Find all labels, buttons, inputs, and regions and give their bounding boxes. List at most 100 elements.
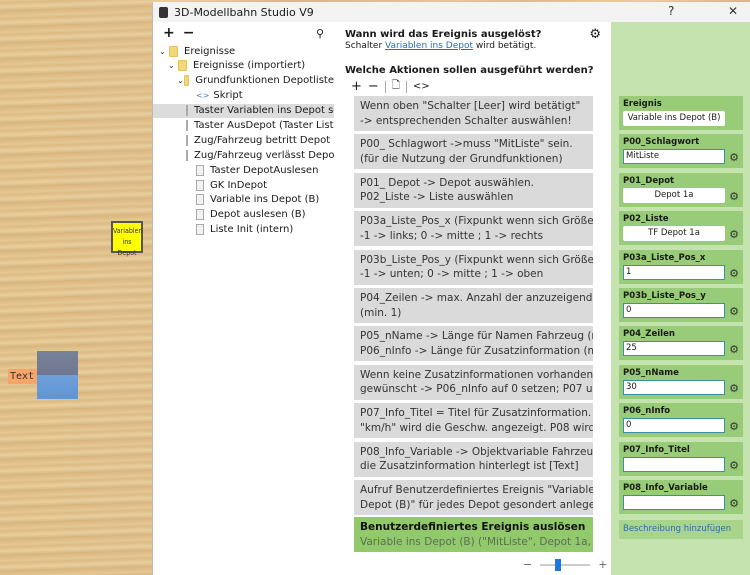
- gear-icon[interactable]: ⚙: [729, 151, 739, 164]
- param-input[interactable]: 25: [623, 341, 725, 357]
- param-input[interactable]: 1: [623, 264, 725, 280]
- tree-item[interactable]: Taster Variablen ins Depot schreiben: [153, 103, 377, 118]
- tree-item[interactable]: Taster DepotAuslesen: [153, 163, 334, 177]
- param-group: P05_nName 30 ⚙: [619, 364, 743, 399]
- param-label: P04_Zeilen: [623, 329, 675, 340]
- actions-panel: Wann wird das Ereignis ausgelöst? ⚙ Scha…: [334, 22, 611, 575]
- app-icon: [159, 6, 168, 18]
- text-object[interactable]: Text: [8, 369, 37, 384]
- trigger-text: Schalter Variablen ins Depot wird betäti…: [345, 41, 537, 51]
- help-button[interactable]: ?: [668, 4, 674, 18]
- param-label: P00_Schlagwort: [623, 137, 700, 148]
- gear-icon[interactable]: ⚙: [729, 382, 739, 395]
- file-icon: [196, 194, 204, 206]
- tree-item[interactable]: ⌄ Grundfunktionen Depotliste: [153, 74, 334, 88]
- gear-icon[interactable]: ⚙: [729, 459, 739, 472]
- param-label: P03a_Liste_Pos_x: [623, 252, 706, 263]
- action-item[interactable]: Wenn keine Zusatzinformationen vorhanden…: [354, 364, 593, 400]
- script-icon: <>: [196, 91, 210, 101]
- action-item[interactable]: P03a_Liste_Pos_x (Fixpunkt wenn sich Grö…: [354, 211, 593, 247]
- param-select-button[interactable]: Depot 1a: [623, 187, 725, 203]
- gear-icon[interactable]: ⚙: [729, 420, 739, 433]
- chevron-down-icon[interactable]: ⌄: [168, 61, 178, 70]
- param-label: P02_Liste: [623, 214, 669, 225]
- tree-item[interactable]: Liste Init (intern): [153, 223, 334, 237]
- chevron-down-icon[interactable]: ⌄: [159, 47, 169, 56]
- search-icon[interactable]: ⚲: [316, 27, 324, 40]
- tree-item[interactable]: Depot auslesen (B): [153, 208, 334, 222]
- param-group: P03b_Liste_Pos_y 0 ⚙: [619, 288, 743, 322]
- param-select-button[interactable]: TF Depot 1a: [623, 226, 725, 242]
- actions-heading: Welche Aktionen sollen ausgeführt werden…: [345, 65, 594, 76]
- action-item[interactable]: P08_Info_Variable -> Objektvariable Fahr…: [354, 441, 593, 477]
- param-input[interactable]: MitListe: [623, 149, 725, 165]
- tree-item[interactable]: GK InDepot: [153, 178, 334, 192]
- gear-icon[interactable]: ⚙: [729, 190, 739, 203]
- close-button[interactable]: ✕: [728, 4, 738, 18]
- param-select-button[interactable]: Variable ins Depot (B): [623, 111, 725, 126]
- gear-icon[interactable]: ⚙: [729, 497, 739, 510]
- gear-icon[interactable]: ⚙: [729, 343, 739, 356]
- action-trigger-custom-event[interactable]: Benutzerdefiniertes Ereignis auslösen Va…: [354, 517, 593, 552]
- tree-item[interactable]: ⌄ Ereignisse (importiert): [153, 59, 334, 73]
- file-icon: [196, 164, 204, 176]
- scene-object[interactable]: [37, 351, 78, 399]
- zoom-out[interactable]: −: [523, 558, 532, 571]
- gear-icon[interactable]: ⚙: [729, 228, 739, 241]
- file-icon: [196, 179, 204, 191]
- param-group: P03a_Liste_Pos_x 1 ⚙: [619, 249, 743, 284]
- param-input[interactable]: [623, 495, 725, 510]
- tree-item-label: Taster AusDepot (Taster Liste): [194, 119, 344, 131]
- tree-item[interactable]: Variable ins Depot (B): [153, 193, 334, 207]
- add-icon[interactable]: +: [163, 25, 175, 41]
- zoom-in[interactable]: +: [598, 558, 607, 571]
- tree-item-label: Taster DepotAuslesen: [210, 164, 319, 176]
- slider-track[interactable]: [540, 558, 591, 571]
- remove-icon[interactable]: −: [183, 25, 195, 41]
- tree-item-label: Liste Init (intern): [210, 224, 294, 236]
- gear-icon[interactable]: ⚙: [729, 267, 739, 280]
- copy-icon[interactable]: 🗋: [392, 78, 400, 95]
- action-item[interactable]: P00_ Schlagwort ->muss "MitListe" sein.(…: [354, 134, 593, 170]
- action-item[interactable]: Aufruf Benutzerdefiniertes Ereignis "Var…: [354, 480, 593, 515]
- param-input[interactable]: [623, 456, 725, 472]
- action-item[interactable]: P07_Info_Titel = Titel für Zusatzinforma…: [354, 403, 593, 439]
- tree-item[interactable]: ⌄ Ereignisse: [153, 44, 334, 58]
- switch-object-label[interactable]: Variablen ins Depot: [111, 221, 143, 257]
- param-group: P04_Zeilen 25 ⚙: [619, 326, 743, 361]
- tree-item[interactable]: <> Skript: [153, 89, 334, 103]
- tree-item-label: Variable ins Depot (B): [210, 194, 320, 206]
- tree-item[interactable]: Taster AusDepot (Taster Liste): [153, 118, 344, 132]
- slider-thumb[interactable]: [554, 558, 561, 571]
- action-item[interactable]: P05_nName -> Länge für Namen Fahrzeug (m…: [354, 326, 593, 362]
- action-item[interactable]: Wenn oben "Schalter [Leer] wird betätigt…: [354, 96, 593, 131]
- action-item[interactable]: P03b_Liste_Pos_y (Fixpunkt wenn sich Grö…: [354, 249, 593, 285]
- tree-item[interactable]: Zug/Fahrzeug verlässt Depot MitListe: [153, 148, 381, 162]
- param-label: P03b_Liste_Pos_y: [623, 291, 706, 301]
- event-window: 3D-Modellbahn Studio V9 ? ✕ + − ⚲ ⌄ Ereig…: [152, 2, 750, 575]
- file-icon: [196, 209, 204, 221]
- tree-item-label: GK InDepot: [210, 179, 268, 191]
- action-item[interactable]: P04_Zeilen -> max. Anzahl der anzuzeigen…: [354, 288, 593, 323]
- gear-icon[interactable]: ⚙: [729, 305, 739, 318]
- window-title: 3D-Modellbahn Studio V9: [174, 5, 314, 19]
- file-icon: [186, 105, 188, 117]
- remove-icon[interactable]: −: [368, 79, 379, 94]
- trigger-link[interactable]: Variablen ins Depot: [385, 41, 473, 51]
- chevron-down-icon[interactable]: ⌄: [177, 76, 184, 85]
- tree-item[interactable]: Zug/Fahrzeug betritt Depot MitListe: [153, 133, 372, 147]
- code-icon[interactable]: <>: [413, 81, 430, 92]
- gear-icon[interactable]: ⚙: [589, 27, 601, 42]
- param-group: P02_Liste TF Depot 1a ⚙: [619, 211, 743, 246]
- param-input[interactable]: 0: [623, 303, 725, 318]
- param-input[interactable]: 0: [623, 418, 725, 434]
- zoom-slider[interactable]: − +: [523, 558, 607, 571]
- folder-icon: [178, 60, 187, 72]
- param-label: P01_Depot: [623, 175, 675, 186]
- add-description-link[interactable]: Beschreibung hinzufügen: [619, 520, 743, 539]
- add-icon[interactable]: +: [351, 79, 362, 94]
- param-input[interactable]: 30: [623, 379, 725, 395]
- tree-item-label: Ereignisse: [184, 45, 236, 57]
- action-item[interactable]: P01_ Depot -> Depot auswählen. P02_Liste …: [354, 172, 593, 208]
- param-label: P06_nInfo: [623, 406, 671, 417]
